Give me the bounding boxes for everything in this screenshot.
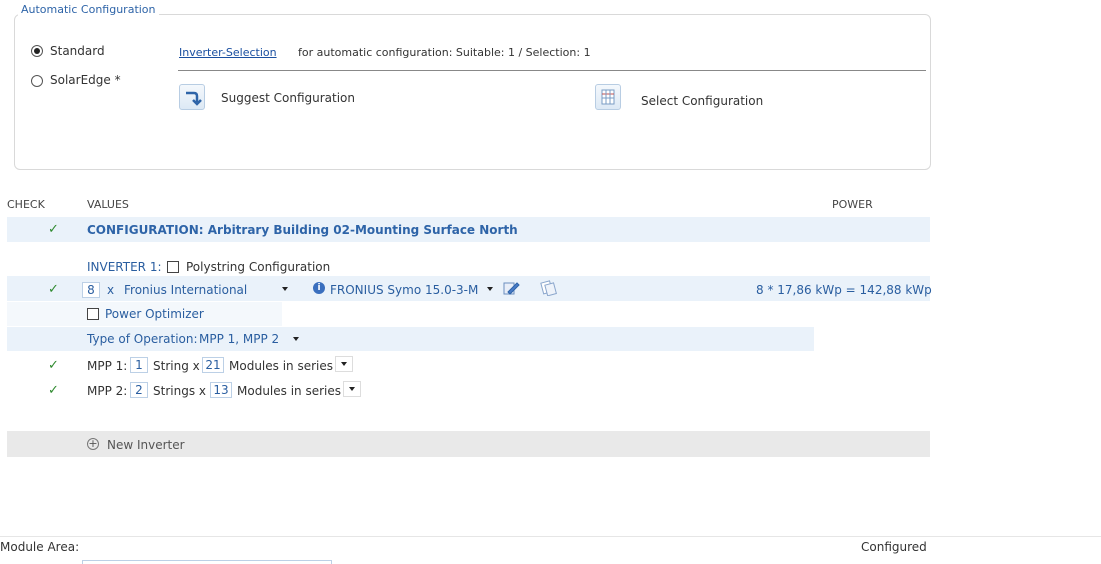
type-operation-dropdown-arrow[interactable] [293,337,299,341]
manufacturer-select[interactable]: Fronius International [124,283,247,297]
add-icon[interactable]: + [87,438,99,450]
x-label: x [107,283,115,297]
radio-solaredge-label[interactable]: SolarEdge * [50,73,121,87]
suggest-config-button[interactable]: Suggest Configuration [221,91,355,105]
mpp1-dropdown[interactable] [335,356,353,372]
inverter-selection-text: for automatic configuration: Suitable: 1… [298,46,591,59]
edit-pencil-icon[interactable] [502,280,520,296]
power-value: 8 * 17,86 kWp = 142,88 kWp [756,283,932,297]
mpp2-modules-text: Modules in series [237,384,341,398]
turn-arrow-icon [186,91,202,106]
mpp1-modules-input[interactable]: 21 [202,357,224,373]
module-area-label: Module Area: [0,540,80,554]
info-icon[interactable]: i [313,282,325,294]
mpp2-strings-input[interactable]: 2 [130,382,148,398]
model-select[interactable]: FRONIUS Symo 15.0-3-M [330,283,478,297]
mpp2-label: MPP 2: [87,384,128,398]
radio-solaredge[interactable] [31,75,43,87]
table-grid-icon [601,89,615,105]
col-values-header: VALUES [87,198,129,211]
col-check-header: CHECK [7,198,45,211]
polystring-label[interactable]: Polystring Configuration [186,260,330,274]
copy-icon[interactable] [540,280,558,296]
radio-standard-label[interactable]: Standard [50,44,105,58]
auto-config-fieldset [14,14,931,170]
type-operation-select[interactable]: MPP 1, MPP 2 [199,332,279,346]
select-config-icon-button[interactable] [595,84,621,110]
power-optimizer-label[interactable]: Power Optimizer [105,307,204,321]
divider [178,70,926,71]
mpp2-string-text: Strings x [153,384,206,398]
check-icon: ✓ [48,358,59,373]
inverter-selection-link[interactable]: Inverter-Selection [179,46,277,59]
mpp1-strings-input[interactable]: 1 [130,357,148,373]
footer-divider [0,536,1101,537]
new-inverter-button[interactable]: New Inverter [107,438,185,452]
radio-standard[interactable] [31,45,43,57]
mpp1-modules-text: Modules in series [229,359,333,373]
polystring-checkbox[interactable] [167,261,179,273]
select-config-button[interactable]: Select Configuration [641,94,763,108]
mpp1-string-text: String x [153,359,200,373]
power-optimizer-checkbox[interactable] [87,308,99,320]
module-area-field[interactable] [82,560,332,564]
type-operation-label: Type of Operation: [87,332,198,346]
auto-config-legend: Automatic Configuration [18,4,159,16]
model-dropdown-arrow[interactable] [487,287,493,291]
inverter-count-input[interactable]: 8 [82,282,100,298]
configuration-title[interactable]: CONFIGURATION: Arbitrary Building 02-Mou… [87,223,518,237]
col-power-header: POWER [832,198,873,211]
suggest-config-icon-button[interactable] [179,84,205,110]
mpp2-dropdown[interactable] [343,381,361,397]
inverter-label: INVERTER 1: [87,260,162,274]
status-text: Configured [861,540,927,554]
manufacturer-dropdown-arrow[interactable] [282,287,288,291]
mpp1-label: MPP 1: [87,359,128,373]
mpp2-modules-input[interactable]: 13 [210,382,232,398]
check-icon: ✓ [48,222,59,237]
check-icon: ✓ [48,282,59,297]
check-icon: ✓ [48,383,59,398]
